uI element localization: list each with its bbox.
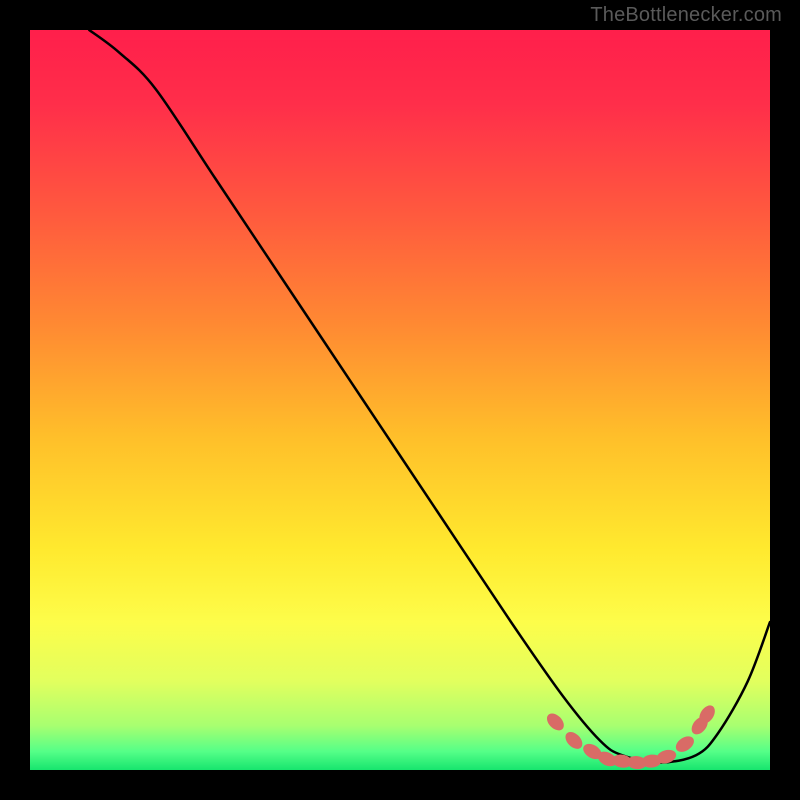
watermark-text: TheBottlenecker.com <box>590 4 782 27</box>
chart-svg <box>30 30 770 770</box>
plot-area <box>30 30 770 770</box>
gradient-background <box>30 30 770 770</box>
chart-container: TheBottlenecker.com <box>0 0 800 800</box>
